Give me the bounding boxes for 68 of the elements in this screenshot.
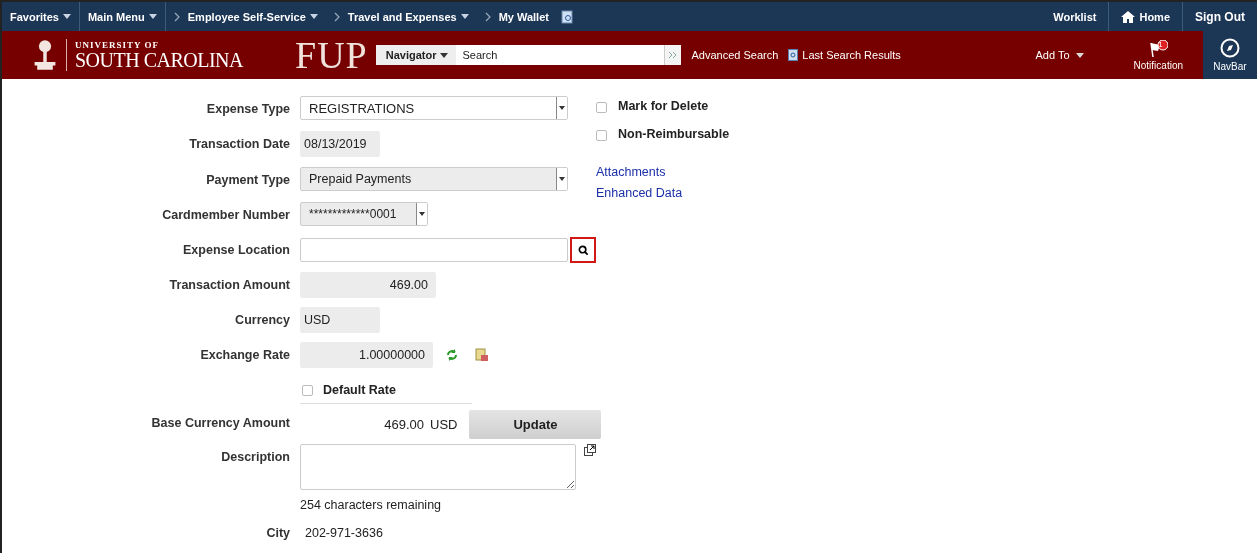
field-value: 202-971-3636 <box>304 525 383 542</box>
checkbox[interactable] <box>302 384 313 396</box>
navigator-dropdown[interactable]: Navigator <box>375 45 457 65</box>
double-chevron-icon <box>668 50 679 60</box>
university-label: UNIVERSITY OF <box>75 40 160 50</box>
update-button[interactable]: Update <box>469 410 602 439</box>
page-link[interactable]: Attachments <box>596 165 730 179</box>
nav-link[interactable]: Home <box>1109 10 1182 23</box>
compass-icon <box>1220 38 1240 58</box>
university-name: SOUTH CAROLINA <box>75 49 243 70</box>
search-results-icon <box>788 49 799 61</box>
field-value: USD <box>300 307 380 333</box>
page-link[interactable]: Enhanced Data <box>596 186 730 200</box>
breadcrumb-link[interactable]: Travel and Expenses <box>339 10 477 23</box>
caret-icon <box>460 14 469 19</box>
chevron-icon <box>173 11 180 22</box>
chevron-icon <box>333 11 340 22</box>
field-label: Base Currency Amount <box>150 415 290 432</box>
home-icon <box>1121 10 1136 23</box>
checkbox-label: Default Rate <box>323 383 396 397</box>
description-field[interactable] <box>300 444 576 490</box>
field-label: Exchange Rate <box>199 347 290 364</box>
field-label: Expense Type <box>205 101 290 118</box>
field-label: Cardmember Number <box>161 207 290 224</box>
refresh-icon[interactable] <box>445 348 459 362</box>
currency-code: USD <box>430 417 458 432</box>
menu-link[interactable]: Main Menu <box>79 10 165 23</box>
field-label: Description <box>220 449 290 466</box>
caret-icon <box>148 14 157 19</box>
breadcrumb-link[interactable]: My Wallet <box>490 10 557 23</box>
field-value: 469.00 <box>300 272 436 298</box>
nav-link[interactable]: Worklist <box>1041 10 1109 23</box>
dropdown-field[interactable]: REGISTRATIONS <box>300 96 568 120</box>
calculator-icon[interactable] <box>475 348 489 362</box>
checkbox-label: Mark for Delete <box>618 99 709 113</box>
field-label: Expense Location <box>182 242 290 259</box>
notification-button[interactable]: 1 Notification <box>1133 39 1183 71</box>
navbar-button[interactable]: NavBar <box>1203 31 1257 79</box>
field-value: 469.00 <box>383 415 424 434</box>
search-field[interactable]: Search <box>456 45 665 65</box>
expand-icon[interactable] <box>584 444 596 456</box>
checkbox[interactable] <box>596 102 607 113</box>
checkbox[interactable] <box>596 130 607 141</box>
field-label: Currency <box>234 312 290 329</box>
field-label: Transaction Date <box>188 136 290 153</box>
field-value: 1.00000000 <box>300 342 433 368</box>
search-link[interactable]: Advanced Search <box>691 49 779 61</box>
search-icon[interactable] <box>570 237 596 263</box>
nav-link[interactable]: Sign Out <box>1183 9 1257 24</box>
page-icon[interactable] <box>560 9 573 24</box>
field-label: City <box>265 525 290 542</box>
caret-icon <box>309 14 318 19</box>
app-logo: FUP <box>295 33 368 77</box>
chevron-icon <box>484 11 491 22</box>
input-field[interactable] <box>300 238 568 262</box>
search-link[interactable]: Last Search Results <box>788 49 901 61</box>
menu-link[interactable]: Favorites <box>2 10 79 23</box>
field-label: Payment Type <box>205 172 290 189</box>
characters-remaining-text: 254 characters remaining <box>300 498 443 512</box>
notification-count: 1 <box>1157 39 1164 50</box>
flag-icon <box>1148 39 1169 58</box>
breadcrumb-link[interactable]: Employee Self-Service <box>179 10 326 23</box>
add-to-menu[interactable]: Add To <box>1035 49 1084 61</box>
search-go-button[interactable] <box>664 45 682 65</box>
field-label: Transaction Amount <box>168 277 290 294</box>
checkbox-label: Non-Reimbursable <box>618 127 730 141</box>
caret-icon <box>62 14 71 19</box>
field-value: 08/13/2019 <box>300 131 380 157</box>
